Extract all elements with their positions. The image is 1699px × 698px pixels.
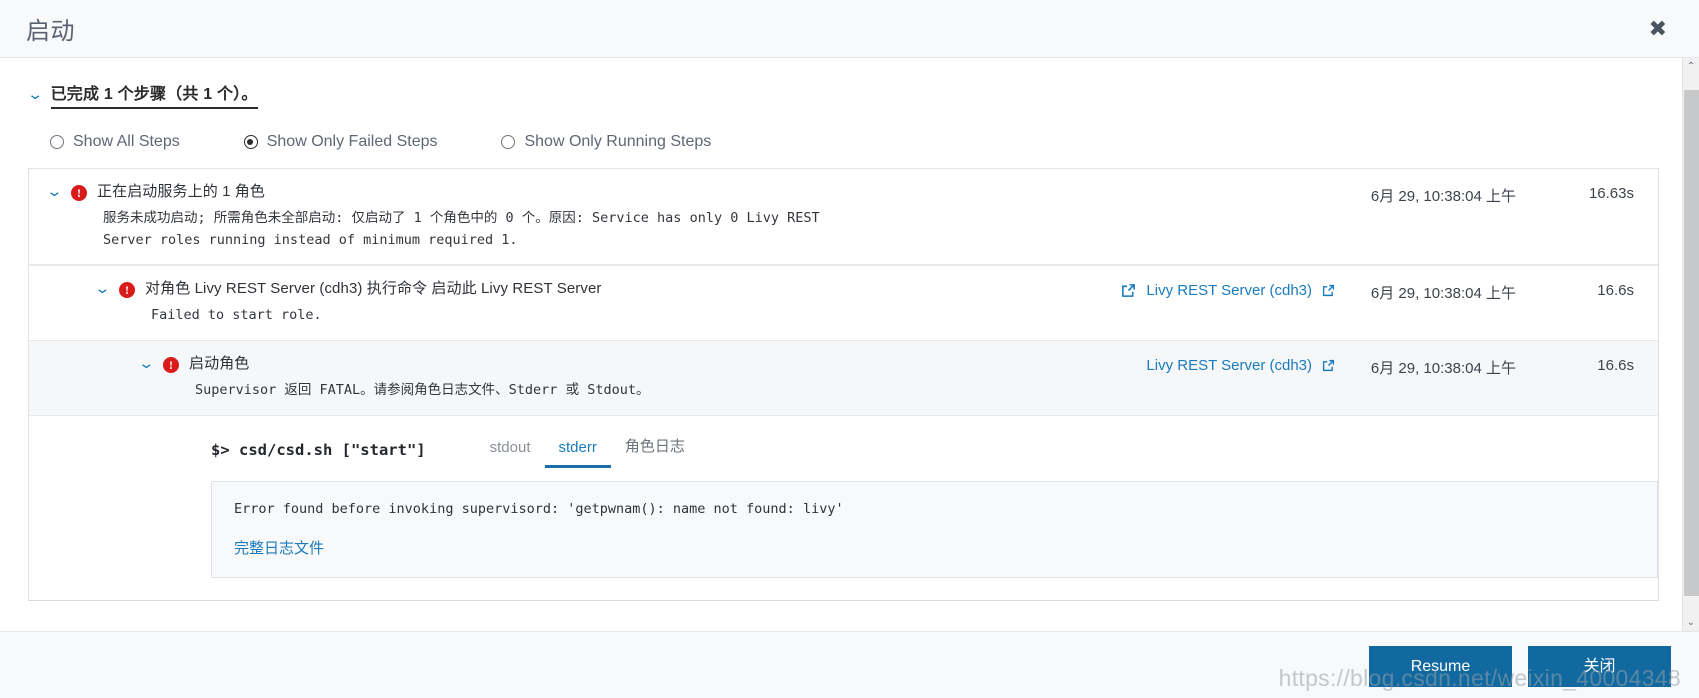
- command-tab-bar: $> csd/csd.sh ["start"] stdout stderr 角色…: [141, 430, 1658, 468]
- step-description: Supervisor 返回 FATAL。请参阅角色日志文件、Stderr 或 S…: [195, 381, 650, 398]
- step-description: 服务未成功启动; 所需角色未全部启动: 仅启动了 1 个角色中的 0 个。原因:…: [103, 209, 820, 248]
- external-link-icon[interactable]: [1121, 283, 1136, 298]
- error-icon: !: [163, 357, 179, 374]
- page-title: 启动: [26, 18, 75, 45]
- radio-icon: [501, 135, 516, 149]
- step-title: 正在启动服务上的 1 角色: [97, 183, 265, 200]
- step-link-cell: Livy REST Server (cdh3): [1035, 341, 1341, 374]
- command-output-panel: $> csd/csd.sh ["start"] stdout stderr 角色…: [29, 415, 1658, 600]
- scroll-up-arrow-icon[interactable]: ⌃: [1683, 58, 1699, 75]
- step-content: ⌄ ! 启动角色 Supervisor 返回 FATAL。请参阅角色日志文件、S…: [29, 341, 1035, 415]
- error-icon: !: [119, 282, 135, 299]
- modal-body: ⌄ 已完成 1 个步骤（共 1 个）。 Show All Steps Show …: [0, 58, 1699, 631]
- radio-label: Show Only Failed Steps: [266, 133, 438, 150]
- command-label: $> csd/csd.sh ["start"]: [211, 440, 426, 459]
- step-content: ⌄ ! 对角色 Livy REST Server (cdh3) 执行命令 启动此…: [29, 266, 1035, 340]
- step-filter-group: Show All Steps Show Only Failed Steps Sh…: [50, 133, 1659, 151]
- step-text: 正在启动服务上的 1 角色 服务未成功启动; 所需角色未全部启动: 仅启动了 1…: [97, 183, 1035, 251]
- step-timestamp: 6月 29, 10:38:04 上午: [1370, 360, 1516, 378]
- table-row: ⌄ ! 启动角色 Supervisor 返回 FATAL。请参阅角色日志文件、S…: [29, 341, 1658, 416]
- table-row: ⌄ ! 对角色 Livy REST Server (cdh3) 执行命令 启动此…: [29, 265, 1658, 342]
- modal-footer: Resume 关闭: [0, 631, 1699, 698]
- tab-role-log[interactable]: 角色日志: [611, 430, 699, 468]
- step-content: ⌄ ! 正在启动服务上的 1 角色 服务未成功启动; 所需角色未全部启动: 仅启…: [29, 169, 1035, 264]
- radio-show-all-steps[interactable]: Show All Steps: [50, 133, 180, 151]
- resume-button[interactable]: Resume: [1369, 646, 1512, 688]
- step-text: 对角色 Livy REST Server (cdh3) 执行命令 启动此 Liv…: [145, 280, 1035, 327]
- step-link-cell: Livy REST Server (cdh3): [1035, 266, 1341, 299]
- radio-label: Show Only Running Steps: [524, 133, 712, 150]
- step-duration: 16.63s: [1588, 185, 1634, 202]
- summary-row: ⌄ 已完成 1 个步骤（共 1 个）。: [27, 80, 1659, 109]
- chevron-down-icon[interactable]: ⌄: [27, 87, 44, 101]
- scroll-down-arrow-icon[interactable]: ⌄: [1683, 614, 1699, 631]
- chevron-down-icon[interactable]: ⌄: [138, 356, 162, 370]
- step-link-cell: [1035, 169, 1341, 185]
- tab-stderr[interactable]: stderr: [544, 434, 611, 468]
- step-duration: 16.6s: [1597, 282, 1634, 300]
- chevron-down-icon[interactable]: ⌄: [94, 282, 118, 296]
- full-log-file-link[interactable]: 完整日志文件: [234, 537, 324, 558]
- radio-icon: [50, 135, 64, 149]
- step-title: 启动角色: [189, 355, 250, 373]
- radio-label: Show All Steps: [73, 133, 180, 150]
- summary-text: 已完成 1 个步骤（共 1 个）。: [50, 80, 258, 109]
- log-output-box: Error found before invoking supervisord:…: [211, 480, 1658, 578]
- steps-table: ⌄ ! 正在启动服务上的 1 角色 服务未成功启动; 所需角色未全部启动: 仅启…: [28, 168, 1659, 601]
- step-timestamp: 6月 29, 10:38:04 上午: [1370, 285, 1516, 303]
- step-duration: 16.6s: [1597, 357, 1634, 375]
- scrollbar-thumb[interactable]: [1684, 90, 1699, 596]
- start-command-modal: 启动 ✖ ⌄ 已完成 1 个步骤（共 1 个）。 Show All Steps …: [0, 0, 1699, 698]
- role-link[interactable]: Livy REST Server (cdh3): [1146, 357, 1312, 374]
- table-row: ⌄ ! 正在启动服务上的 1 角色 服务未成功启动; 所需角色未全部启动: 仅启…: [29, 169, 1658, 266]
- external-link-icon[interactable]: [1322, 359, 1335, 372]
- step-timestamp: 6月 29, 10:38:04 上午: [1370, 188, 1516, 205]
- tab-stdout[interactable]: stdout: [476, 434, 545, 468]
- radio-show-only-failed-steps[interactable]: Show Only Failed Steps: [243, 133, 438, 151]
- modal-header: 启动 ✖: [0, 0, 1699, 58]
- radio-show-only-running-steps[interactable]: Show Only Running Steps: [501, 133, 711, 151]
- chevron-down-icon[interactable]: ⌄: [46, 184, 70, 198]
- vertical-scrollbar[interactable]: ⌃ ⌄: [1682, 58, 1699, 631]
- radio-icon-selected: [243, 135, 258, 149]
- close-icon[interactable]: ✖: [1643, 14, 1673, 44]
- external-link-icon[interactable]: [1322, 284, 1335, 297]
- step-title: 对角色 Livy REST Server (cdh3) 执行命令 启动此 Liv…: [145, 280, 602, 298]
- error-icon: !: [71, 185, 87, 201]
- step-text: 启动角色 Supervisor 返回 FATAL。请参阅角色日志文件、Stder…: [189, 355, 1035, 402]
- log-text: Error found before invoking supervisord:…: [234, 500, 844, 517]
- role-link[interactable]: Livy REST Server (cdh3): [1146, 282, 1312, 299]
- close-button[interactable]: 关闭: [1528, 646, 1671, 688]
- step-description: Failed to start role.: [151, 307, 322, 324]
